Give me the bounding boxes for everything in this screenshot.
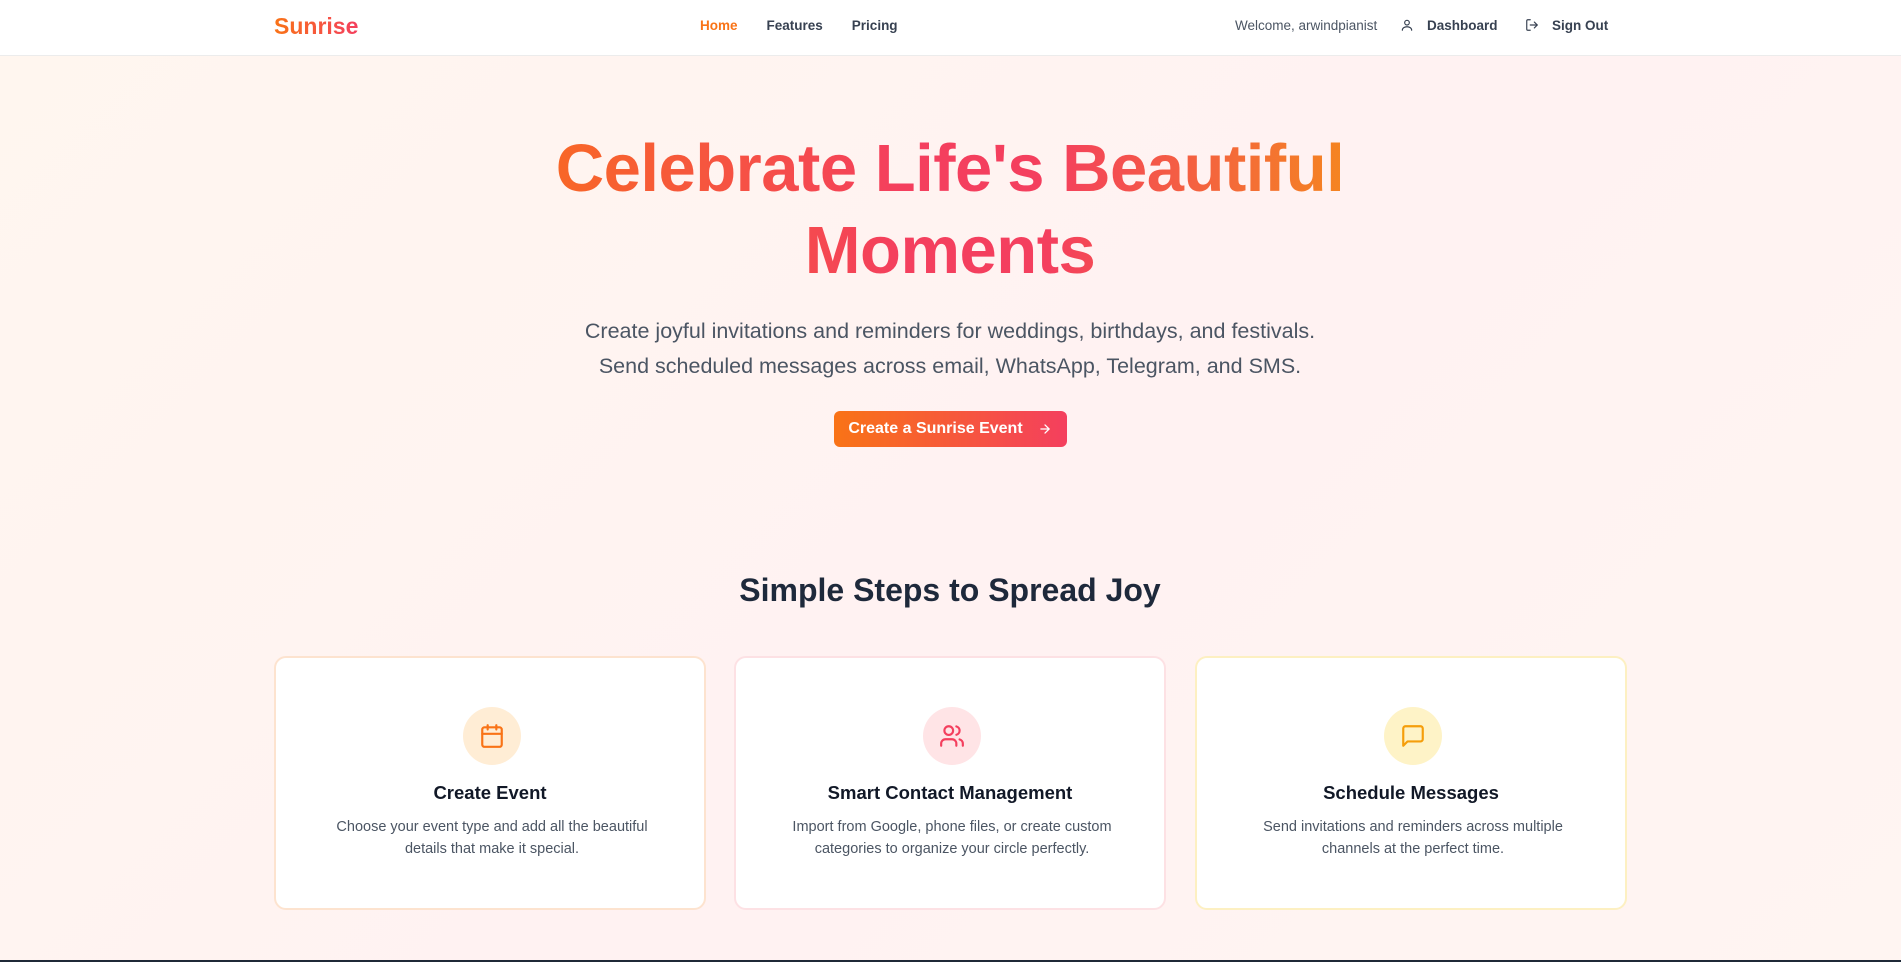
hero-subtitle-line1: Create joyful invitations and reminders …: [584, 319, 1316, 343]
hero-subtitle: Create joyful invitations and reminders …: [500, 314, 1400, 384]
users-icon: [923, 707, 981, 765]
dashboard-label: Dashboard: [1427, 17, 1498, 33]
main-nav: Home Features Pricing: [700, 18, 927, 33]
card-description: Choose your event type and add all the b…: [336, 819, 648, 857]
card-title: Create Event: [433, 782, 547, 803]
top-navbar: Sunrise Home Features Pricing Welcome, a…: [0, 0, 1901, 56]
step-card-create-event: Create Event Choose your event type and …: [274, 656, 706, 910]
user-icon: [1399, 17, 1415, 33]
nav-features-link[interactable]: Features: [767, 18, 823, 33]
nav-home-link[interactable]: Home: [700, 18, 738, 33]
arrow-right-icon: [1037, 421, 1053, 437]
hero-subtitle-line2: Send scheduled messages across email, Wh…: [598, 354, 1302, 378]
step-card-schedule-messages: Schedule Messages Send invitations and r…: [1195, 656, 1627, 910]
hero-title-line2: Moments: [804, 213, 1096, 288]
card-description: Send invitations and reminders across mu…: [1263, 819, 1563, 857]
brand-logo[interactable]: Sunrise: [274, 13, 358, 40]
card-description: Import from Google, phone files, or crea…: [792, 819, 1112, 857]
signout-label: Sign Out: [1552, 17, 1609, 33]
user-area: Welcome, arwindpianist Dashboard Sign Ou…: [1235, 18, 1901, 38]
hero-title-line1: Celebrate Life's Beautiful: [555, 131, 1345, 206]
message-square-icon: [1384, 707, 1442, 765]
step-card-contact-management: Smart Contact Management Import from Goo…: [734, 656, 1166, 910]
steps-title: Simple Steps to Spread Joy: [739, 572, 1161, 608]
create-event-button[interactable]: Create a Sunrise Event: [834, 411, 1067, 447]
dashboard-link[interactable]: Dashboard: [1399, 17, 1498, 33]
card-title: Smart Contact Management: [827, 782, 1073, 803]
signout-link[interactable]: Sign Out: [1524, 17, 1608, 33]
nav-pricing-link[interactable]: Pricing: [852, 18, 898, 33]
calendar-icon: [463, 707, 521, 765]
hero-title: Celebrate Life's Beautiful Moments: [450, 128, 1450, 292]
create-event-label: Create a Sunrise Event: [848, 420, 1023, 437]
log-out-icon: [1524, 17, 1540, 33]
card-title: Schedule Messages: [1323, 782, 1499, 803]
welcome-text: Welcome, arwindpianist: [1235, 18, 1378, 33]
